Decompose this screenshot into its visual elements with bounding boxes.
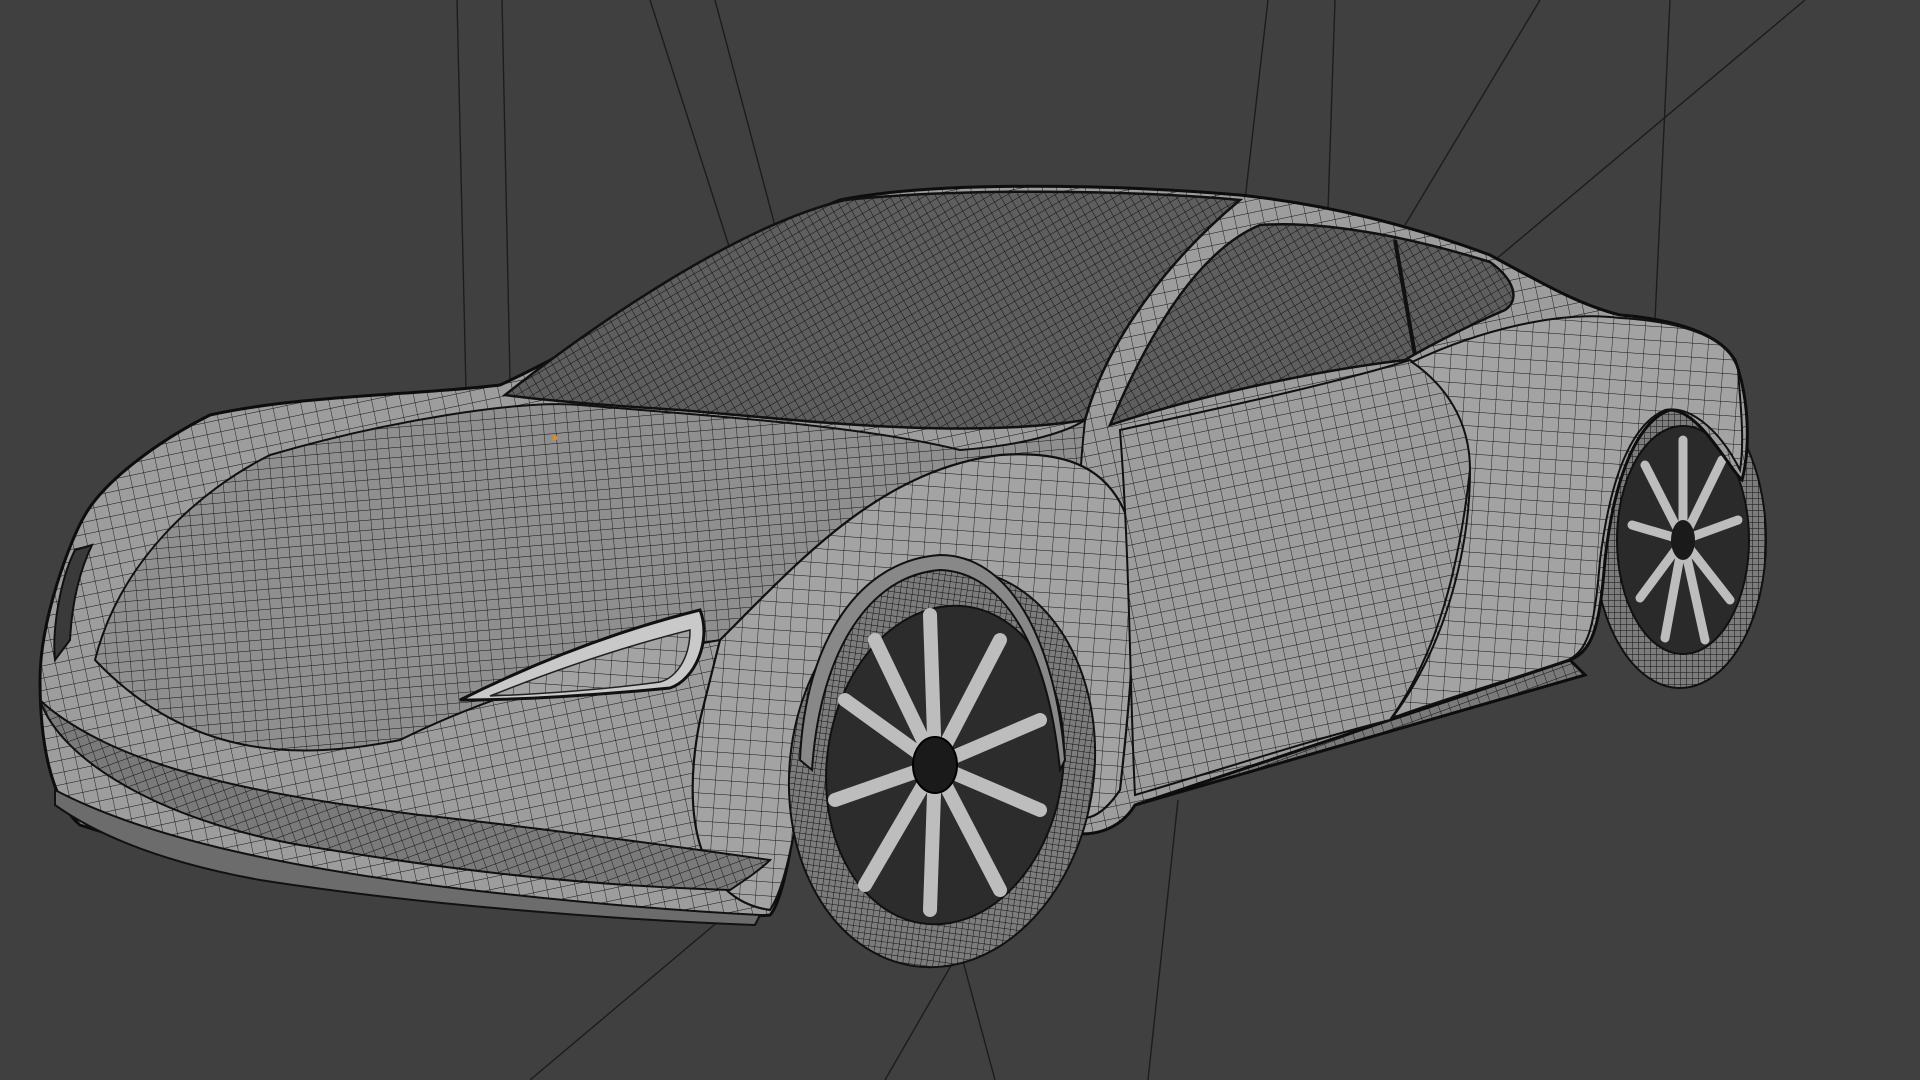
door-panel [1118, 358, 1472, 797]
car-wireframe-scene [38, 0, 1806, 1080]
selected-vertex-marker[interactable] [552, 435, 558, 441]
3d-viewport[interactable] [0, 0, 1920, 1080]
